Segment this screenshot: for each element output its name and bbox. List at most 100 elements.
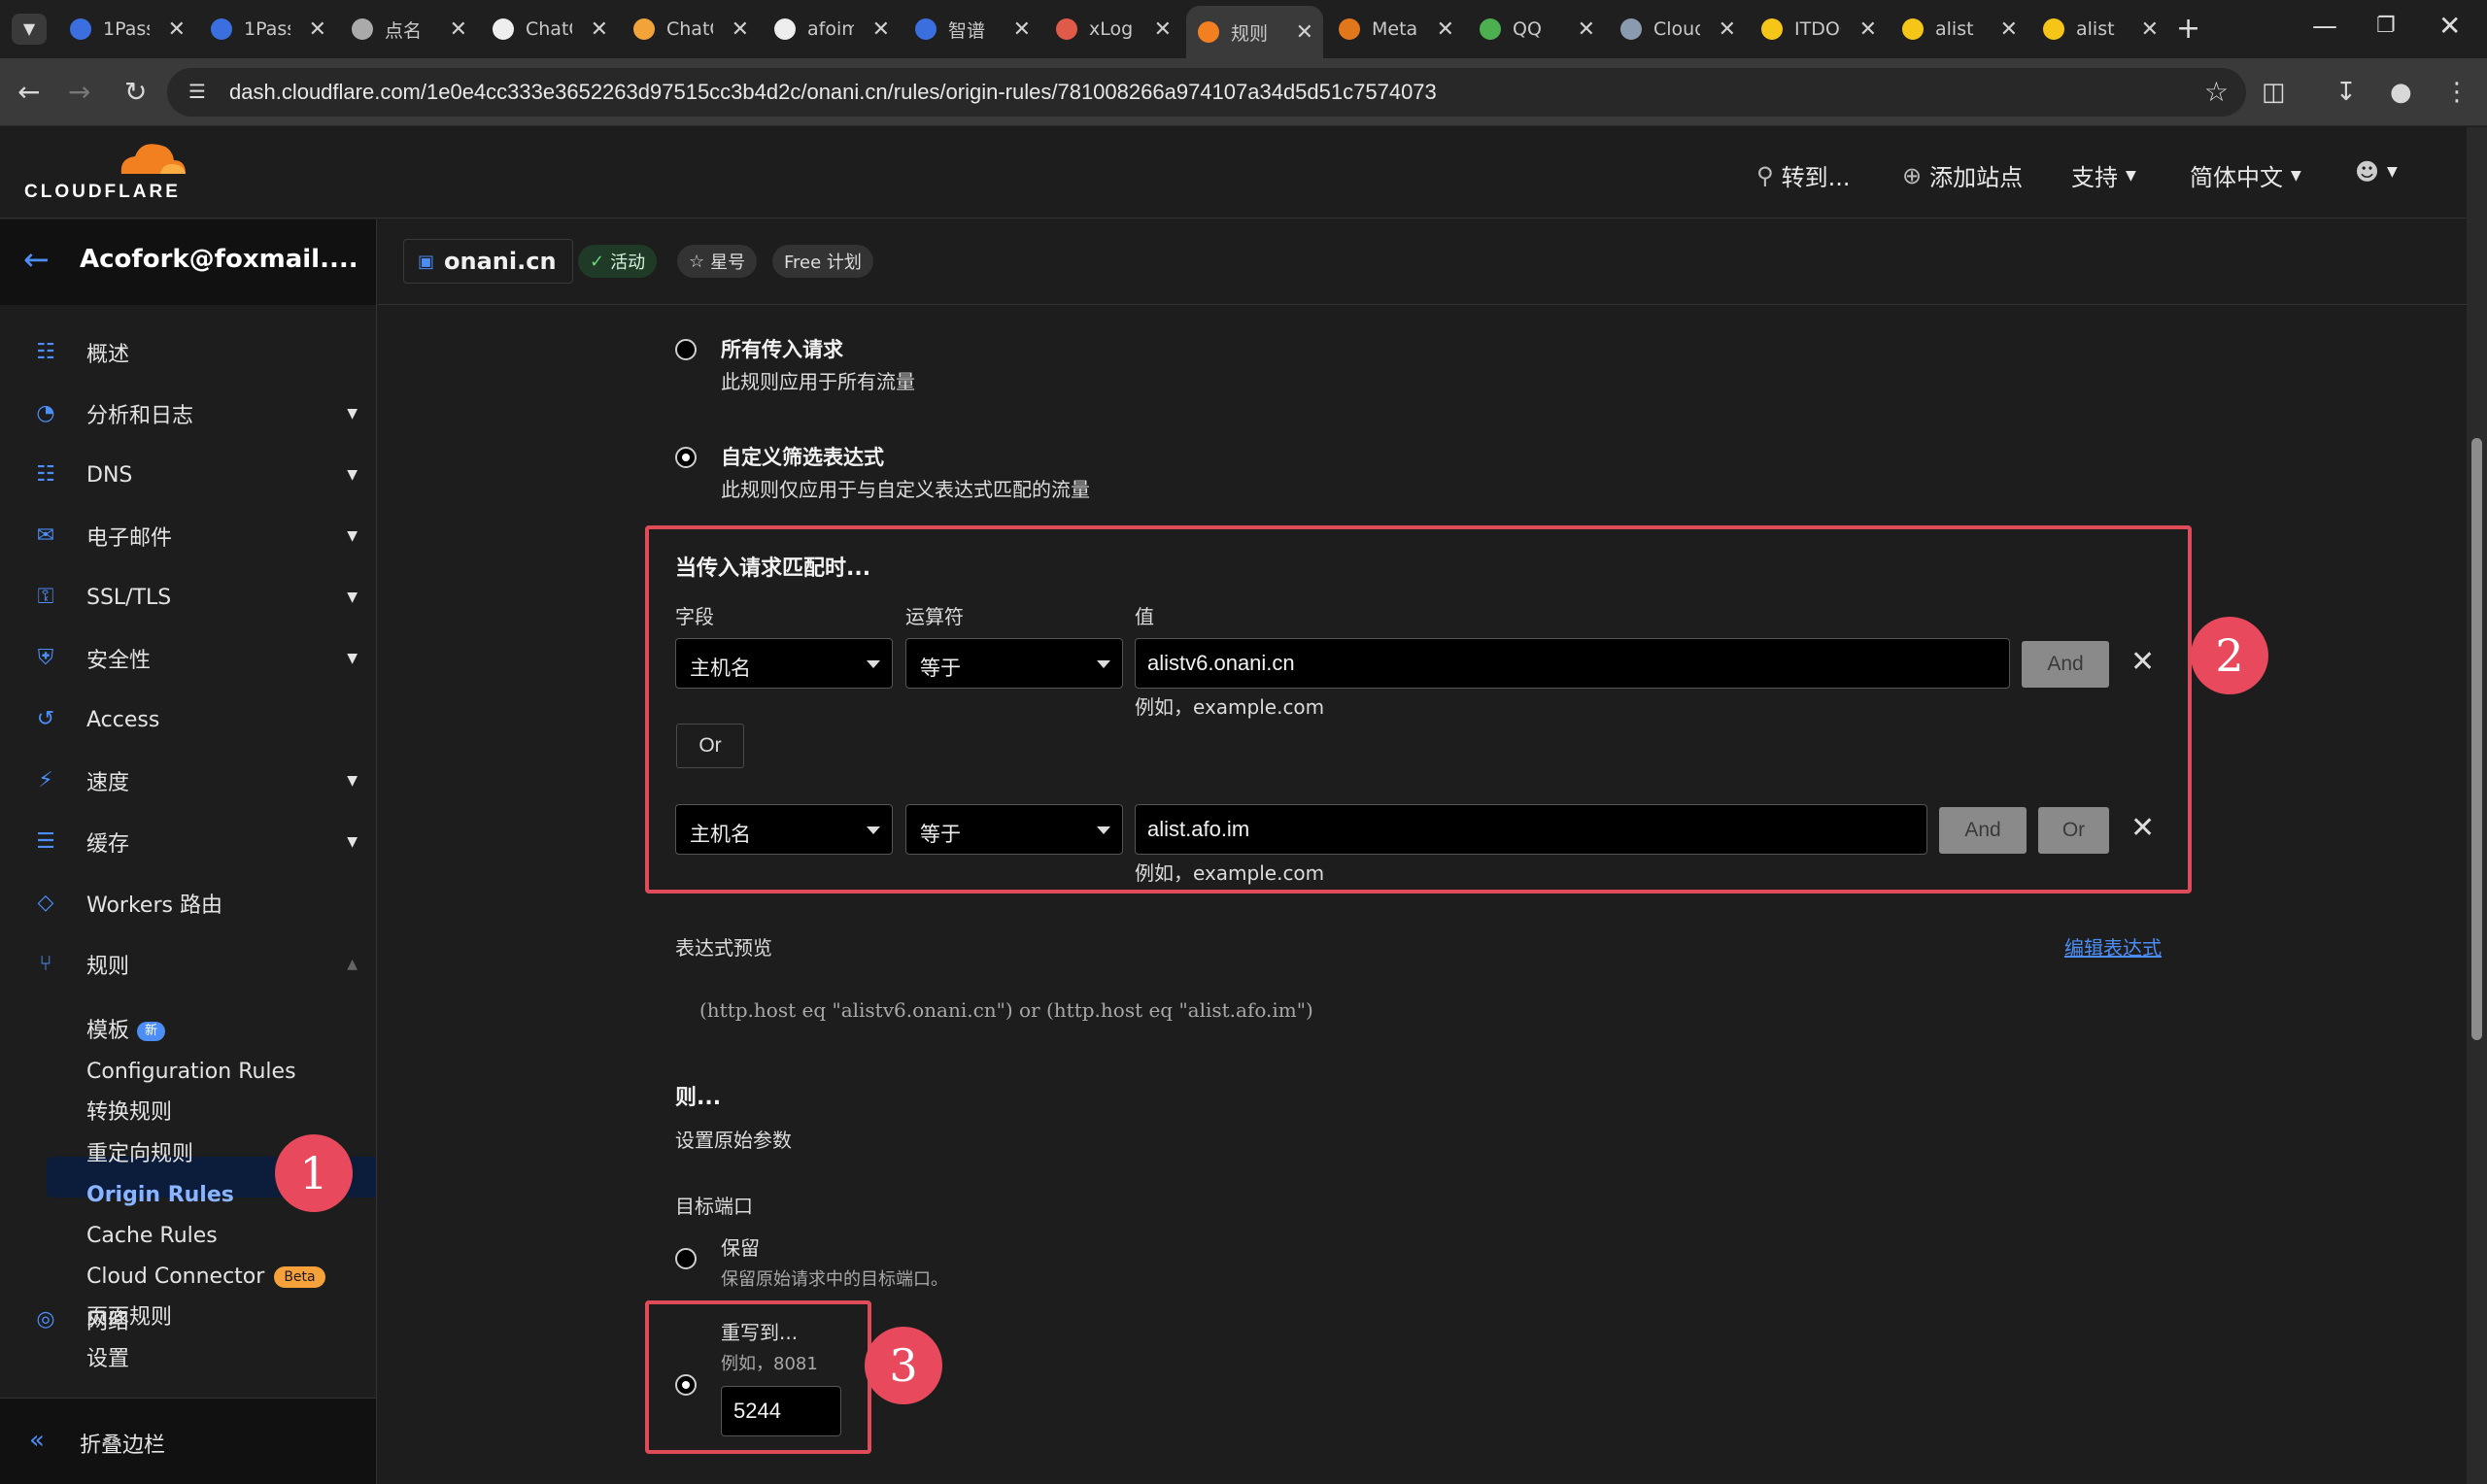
sidebar-subitem[interactable]: 设置 [86, 1340, 129, 1379]
sidebar-item[interactable]: ⚡ 速度 ▼ [0, 757, 376, 805]
sidebar-subitem-label: 设置 [86, 1346, 130, 1371]
close-tab-icon[interactable]: ✕ [168, 17, 186, 42]
browser-tab[interactable]: Cloud ✕ [1609, 8, 1746, 51]
close-tab-icon[interactable]: ✕ [1154, 17, 1172, 42]
browser-tab[interactable]: 规则 ✕ [1186, 6, 1323, 58]
close-tab-icon[interactable]: ✕ [1719, 17, 1736, 42]
sidebar-subitem[interactable]: 模板新 [86, 1012, 166, 1051]
sidebar-item[interactable]: ☷ DNS ▼ [0, 451, 376, 499]
sidebar-item[interactable]: ☰ 缓存 ▼ [0, 818, 376, 866]
all-requests-radio[interactable] [675, 339, 697, 360]
close-tab-icon[interactable]: ✕ [591, 17, 608, 42]
collapse-sidebar-button[interactable]: « 折叠边栏 [0, 1398, 376, 1484]
browser-tab[interactable]: 点名 ✕ [340, 8, 477, 51]
close-tab-icon[interactable]: ✕ [872, 17, 890, 42]
goto-label: 转到... [1781, 164, 1851, 191]
close-tab-icon[interactable]: ✕ [732, 17, 749, 42]
back-arrow-icon[interactable]: ← [17, 76, 40, 108]
sidebar-item[interactable]: ⛨ 安全性 ▼ [0, 634, 376, 683]
star-button[interactable]: ☆ 星号 [677, 245, 758, 278]
sidebar-subitem[interactable]: Cloud Connector Beta [86, 1258, 325, 1297]
sidebar-item[interactable]: ☷ 概述 [0, 328, 376, 377]
sidebar-item-label: Workers 路由 [86, 894, 222, 918]
profile-icon[interactable]: ● [2390, 78, 2412, 107]
preserve-port-radio[interactable] [675, 1248, 697, 1269]
browser-tab[interactable]: xLog ✕ [1044, 8, 1181, 51]
sidebar-item[interactable]: ⚿ SSL/TLS ▼ [0, 573, 376, 622]
sidebar-subitem[interactable]: Cache Rules [86, 1217, 218, 1256]
access-icon: ↺ [36, 707, 55, 731]
goto-button[interactable]: ⚲ 转到... [1756, 158, 1850, 192]
bookmark-star-icon[interactable]: ☆ [2204, 76, 2229, 108]
sidebar-subitem-label: Cache Rules [86, 1224, 218, 1248]
chevron-down-icon: ▼ [347, 651, 358, 666]
close-window-button[interactable]: ✕ [2438, 10, 2461, 42]
browser-tab[interactable]: alist ✕ [2031, 8, 2168, 51]
support-dropdown[interactable]: 支持 ▼ [2071, 158, 2136, 192]
favicon-icon [1339, 18, 1360, 40]
close-tab-icon[interactable]: ✕ [1296, 20, 1313, 45]
close-tab-icon[interactable]: ✕ [2000, 17, 2018, 42]
edit-expression-link[interactable]: 编辑表达式 [2064, 932, 2162, 961]
close-tab-icon[interactable]: ✕ [1013, 17, 1031, 42]
preserve-title: 保留 [721, 1236, 760, 1260]
browser-tab[interactable]: QQ ✕ [1468, 8, 1605, 51]
browser-tab[interactable]: MetaMask ✕ [1327, 8, 1464, 51]
window-icon: ▣ [418, 251, 435, 272]
menu-dots-icon[interactable]: ⋮ [2444, 78, 2470, 107]
sidebar-item[interactable]: ✉ 电子邮件 ▼ [0, 512, 376, 560]
close-tab-icon[interactable]: ✕ [1859, 17, 1877, 42]
cloudflare-logo[interactable]: CLOUDFLARE [24, 137, 189, 205]
browser-tab[interactable]: ChatGPT ✕ [481, 8, 618, 51]
extensions-icon[interactable]: ◫ [2262, 78, 2286, 107]
restore-button[interactable]: ❐ [2376, 14, 2396, 38]
back-arrow-icon[interactable]: ← [23, 241, 50, 278]
star-label: 星号 [710, 253, 746, 273]
browser-tab[interactable]: ChatGPT ✕ [622, 8, 759, 51]
new-tab-button[interactable]: + [2176, 12, 2200, 46]
minimize-button[interactable]: — [2312, 12, 2337, 41]
language-dropdown[interactable]: 简体中文 ▼ [2190, 158, 2301, 192]
chevron-down-icon: ▼ [347, 528, 358, 544]
sidebar-item-label: 分析和日志 [86, 404, 194, 428]
custom-expression-radio[interactable] [675, 447, 697, 468]
sidebar-item[interactable]: ↺ Access [0, 695, 376, 744]
reload-icon[interactable]: ↻ [124, 76, 147, 108]
browser-tab[interactable]: 1Password ✕ [58, 8, 195, 51]
page-scrollbar[interactable] [2467, 127, 2487, 1484]
browser-tab[interactable]: ITDOG ✕ [1750, 8, 1887, 51]
sidebar-subitem[interactable]: 重定向规则 [86, 1135, 193, 1174]
chevron-down-icon: ▼ [347, 406, 358, 422]
browser-tab[interactable]: 1Password ✕ [199, 8, 336, 51]
user-menu[interactable]: ☻ ▼ [2355, 158, 2398, 186]
sidebar-item[interactable]: ⑂ 规则 ▲ [0, 940, 376, 989]
collapse-label: 折叠边栏 [80, 1433, 166, 1458]
sidebar-subitem[interactable]: Configuration Rules [86, 1053, 296, 1092]
browser-tab[interactable]: 智谱 ✕ [903, 8, 1040, 51]
add-site-button[interactable]: ⊕ 添加站点 [1902, 158, 2023, 192]
sidebar-item-network[interactable]: ◎ 网络 [0, 1296, 376, 1344]
browser-tab[interactable]: afoim ✕ [763, 8, 900, 51]
sidebar-item[interactable]: ◇ Workers 路由 [0, 879, 376, 928]
zone-selector[interactable]: ▣ onani.cn [403, 239, 573, 284]
close-tab-icon[interactable]: ✕ [1437, 17, 1454, 42]
forward-arrow-icon[interactable]: → [68, 76, 90, 108]
sidebar-subitem[interactable]: Origin Rules [86, 1176, 234, 1215]
sidebar-subitem[interactable]: 转换规则 [86, 1094, 172, 1132]
favicon-icon [211, 18, 232, 40]
sidebar-item-label: DNS [86, 462, 133, 488]
account-switcher[interactable]: ← Acofork@foxmail.... [0, 219, 376, 305]
close-tab-icon[interactable]: ✕ [2141, 17, 2159, 42]
site-info-icon[interactable]: ☰ [188, 80, 206, 103]
tab-label: QQ [1513, 18, 1542, 40]
scrollbar-thumb[interactable] [2471, 438, 2482, 1040]
address-bar[interactable]: ☰ dash.cloudflare.com/1e0e4cc333e3652263… [167, 68, 2246, 117]
tab-search-button[interactable]: ▼ [12, 14, 47, 45]
close-tab-icon[interactable]: ✕ [1578, 17, 1595, 42]
browser-tab[interactable]: alist ✕ [1891, 8, 2027, 51]
close-tab-icon[interactable]: ✕ [450, 17, 467, 42]
download-icon[interactable]: ↧ [2335, 78, 2357, 107]
sidebar-item[interactable]: ◔ 分析和日志 ▼ [0, 389, 376, 438]
close-tab-icon[interactable]: ✕ [309, 17, 326, 42]
beta-badge: Beta [274, 1266, 325, 1289]
